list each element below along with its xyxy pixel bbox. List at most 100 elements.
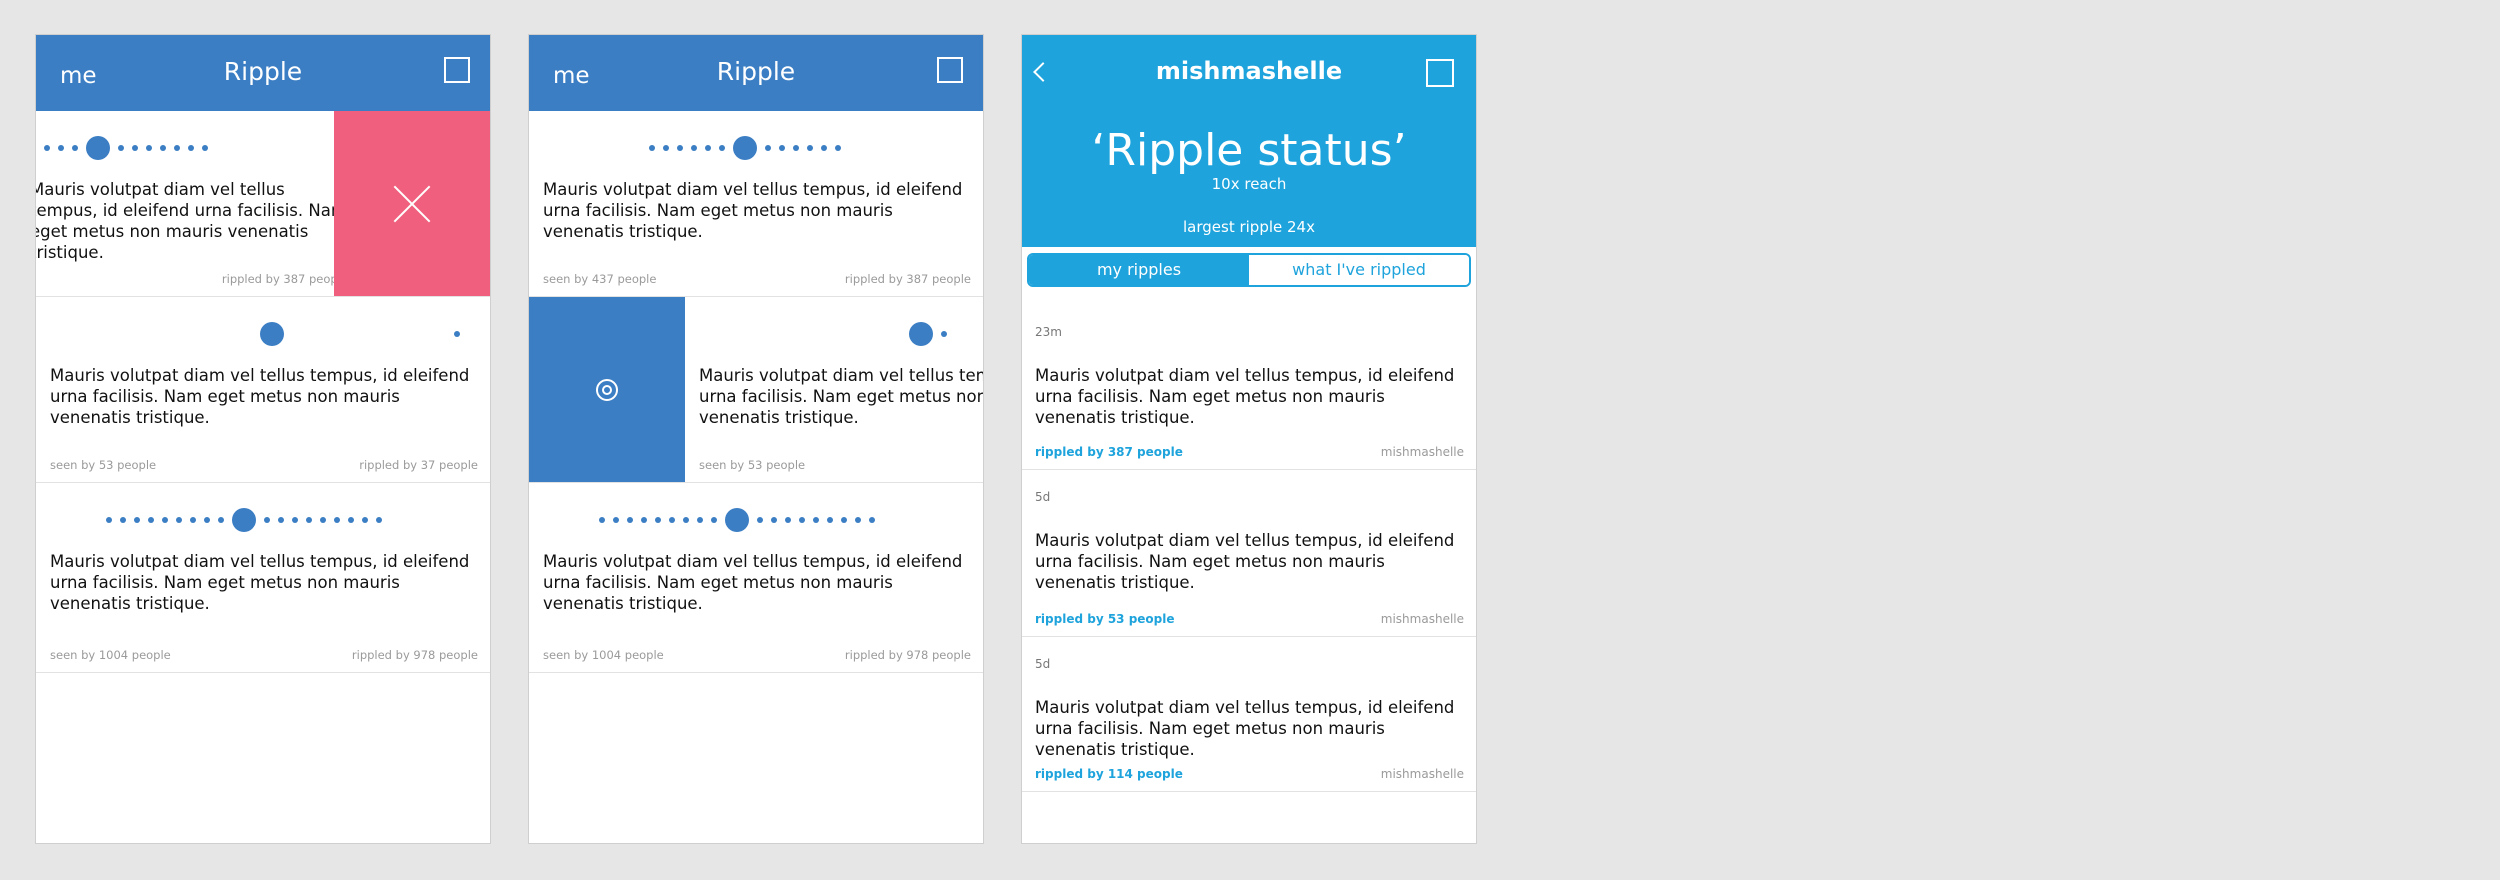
ripple-dot	[757, 517, 763, 523]
ripple-dot	[44, 145, 50, 151]
seen-count: seen by 1004 people	[50, 648, 171, 662]
ripple-dot	[118, 145, 124, 151]
phone-screen-feed-delete: me Ripple Mauris volutpat diam vel tellu…	[35, 34, 491, 844]
app-title: Ripple	[716, 57, 796, 86]
ripple-dot	[160, 145, 166, 151]
rippled-count: rippled by 387 people	[221, 272, 348, 286]
feed-card[interactable]: Mauris volutpat diam vel tellus tempus, …	[36, 483, 490, 673]
ripple-dot	[218, 517, 224, 523]
ripple-dot	[641, 517, 647, 523]
ripple-dot-current	[725, 508, 749, 532]
post-time: 5d	[1035, 490, 1051, 504]
post-card[interactable]: 5d Mauris volutpat diam vel tellus tempu…	[1022, 470, 1476, 637]
post-card[interactable]: 5d Mauris volutpat diam vel tellus tempu…	[1022, 637, 1476, 792]
delete-action-button[interactable]	[334, 111, 490, 296]
ripple-dot	[813, 517, 819, 523]
app-title: Ripple	[223, 57, 303, 86]
rippled-count: rippled by 37 people	[359, 458, 478, 472]
ripple-dot	[807, 145, 813, 151]
rippled-count: rippled by 53 people	[1035, 612, 1175, 626]
post-text: Mauris volutpat diam vel tellus tempus, …	[50, 366, 470, 427]
ripple-dot	[785, 517, 791, 523]
ripple-dot	[779, 145, 785, 151]
ripple-dot	[793, 145, 799, 151]
ripple-dot	[627, 517, 633, 523]
ripple-dot-current	[909, 322, 933, 346]
ripple-dot	[134, 517, 140, 523]
ripple-dot	[821, 145, 827, 151]
phone-screen-profile: mishmashelle ‘Ripple status’ 10x reach l…	[1021, 34, 1477, 844]
feed-card[interactable]: Mauris volutpat diam vel tellus tempus, …	[529, 483, 983, 673]
post-text: Mauris volutpat diam vel tellus tempus, …	[1035, 531, 1455, 592]
feed-card[interactable]: Mauris volutpat diam vel tellus tempus, …	[529, 111, 983, 297]
rippled-count: rippled by 978 people	[844, 648, 971, 662]
ripple-dot	[264, 517, 270, 523]
seen-count: seen by 1004 people	[543, 648, 664, 662]
phone-screen-feed-ripple: me Ripple Mauris volutpat diam vel tellu…	[528, 34, 984, 844]
square-icon[interactable]	[937, 57, 963, 83]
post-text: Mauris volutpat diam vel tellus tempus, …	[1035, 698, 1455, 759]
post-text: Mauris volutpat diam vel tellus tempus, …	[50, 552, 470, 613]
ripple-dot	[176, 517, 182, 523]
ripple-dot	[613, 517, 619, 523]
square-icon[interactable]	[444, 57, 470, 83]
ripple-dot	[799, 517, 805, 523]
feed-card[interactable]: Mauris volutpat diam vel tellus tempus, …	[529, 297, 983, 483]
target-icon	[596, 378, 618, 401]
ripple-dot	[655, 517, 661, 523]
ripple-dot	[691, 145, 697, 151]
post-text: Mauris volutpat diam vel tellus tempus, …	[35, 180, 347, 262]
ripple-dot	[188, 145, 194, 151]
post-time: 23m	[1035, 325, 1062, 339]
ripple-dot-current	[232, 508, 256, 532]
post-text: Mauris volutpat diam vel tellus tempus, …	[543, 180, 963, 241]
ripple-dot	[835, 145, 841, 151]
ripple-dot	[454, 331, 460, 337]
ripple-action-button[interactable]	[529, 297, 685, 482]
ripple-dot	[765, 145, 771, 151]
ripple-dot	[771, 517, 777, 523]
post-card[interactable]: 23m Mauris volutpat diam vel tellus temp…	[1022, 305, 1476, 470]
close-icon	[390, 182, 434, 226]
ripple-dot	[362, 517, 368, 523]
post-text: Mauris volutpat diam vel tellus tempus, …	[543, 552, 963, 613]
seen-count: seen by 53 people	[50, 458, 157, 472]
feed-card[interactable]: Mauris volutpat diam vel tellus tempus, …	[36, 297, 490, 483]
ripple-dot	[719, 145, 725, 151]
feed-card[interactable]: Mauris volutpat diam vel tellus tempus, …	[36, 111, 490, 297]
ripple-dot	[711, 517, 717, 523]
ripple-dots	[645, 133, 845, 163]
rippled-count: rippled by 978 people	[351, 648, 478, 662]
ripple-dot	[162, 517, 168, 523]
ripple-dot	[669, 517, 675, 523]
ripple-dot	[869, 517, 875, 523]
ripple-dots	[450, 319, 464, 349]
ripple-dot	[941, 331, 947, 337]
ripple-dot	[132, 145, 138, 151]
ripple-dot	[827, 517, 833, 523]
ripple-dot	[148, 517, 154, 523]
ripple-dot	[278, 517, 284, 523]
square-icon[interactable]	[1426, 59, 1454, 87]
tab-what-ive-rippled[interactable]: what I've rippled	[1249, 255, 1469, 285]
ripple-dot	[306, 517, 312, 523]
ripple-dot	[649, 145, 655, 151]
ripple-dot	[705, 145, 711, 151]
ripple-dots	[905, 319, 951, 349]
rippled-count: rippled by 387 people	[1035, 445, 1183, 459]
profile-header: mishmashelle ‘Ripple status’ 10x reach l…	[1022, 35, 1476, 247]
post-text: Mauris volutpat diam vel tellus tempus, …	[1035, 366, 1455, 427]
rippled-count: rippled by 114 people	[1035, 767, 1183, 781]
ripple-dot	[72, 145, 78, 151]
ripple-dot	[120, 517, 126, 523]
ripple-dot	[677, 145, 683, 151]
app-header: me Ripple	[529, 35, 983, 111]
ripple-dots	[40, 133, 212, 163]
ripple-dots	[102, 505, 386, 535]
tab-my-ripples[interactable]: my ripples	[1029, 255, 1249, 285]
card-content-swiped: Mauris volutpat diam vel tellus tempus, …	[685, 297, 983, 482]
reach-stat: 10x reach	[1211, 175, 1287, 193]
post-author: mishmashelle	[1380, 767, 1464, 781]
ripple-dot	[106, 517, 112, 523]
ripple-dots	[256, 319, 288, 349]
